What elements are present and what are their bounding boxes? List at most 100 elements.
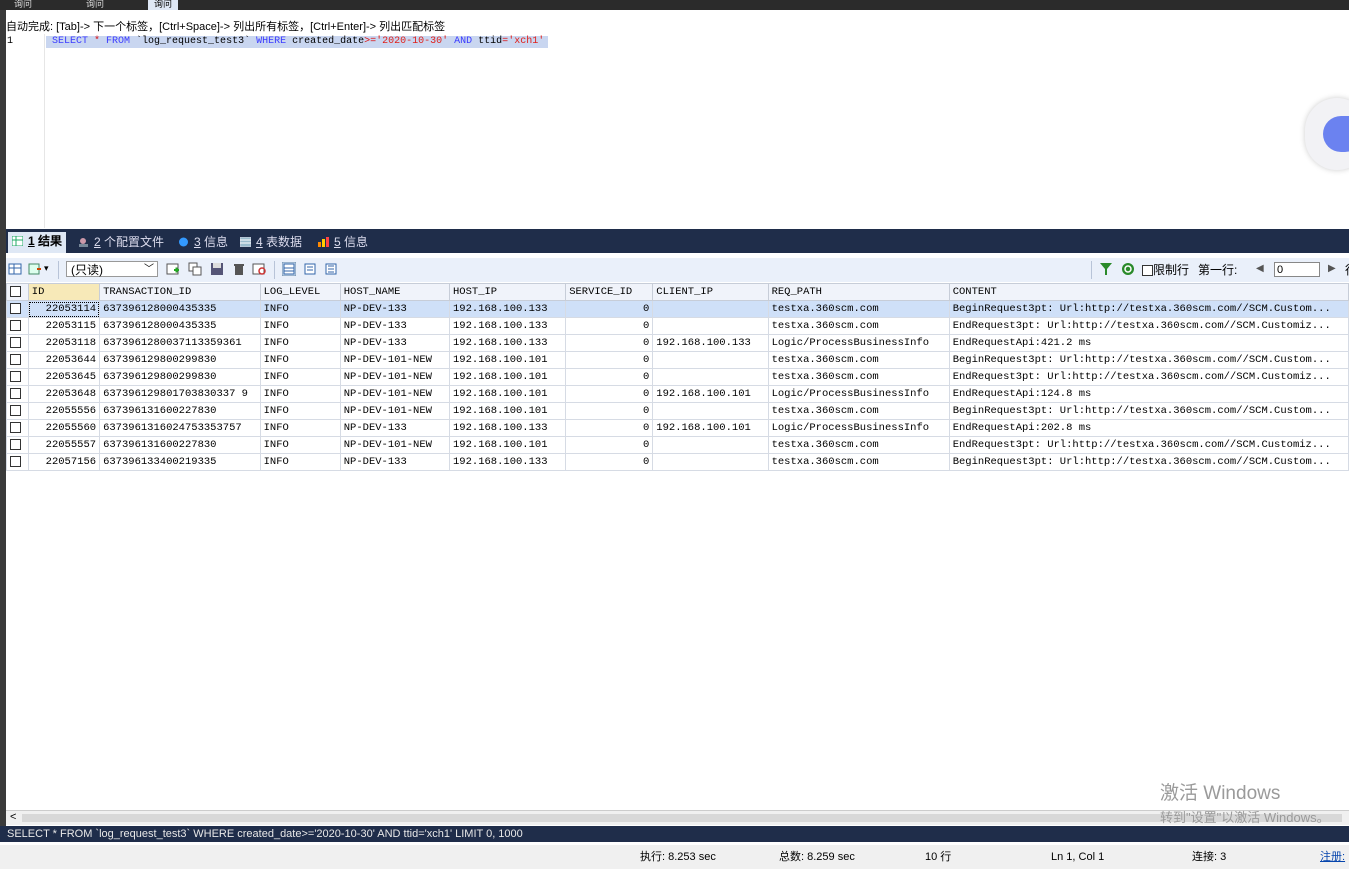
table-cell[interactable]: 192.168.100.133 (652, 334, 769, 352)
table-cell[interactable]: testxa.360scm.com (767, 317, 950, 335)
delete-icon[interactable] (232, 262, 246, 276)
select-all-checkbox[interactable] (6, 283, 29, 301)
table-cell[interactable] (652, 317, 769, 335)
table-cell[interactable]: 0 (565, 351, 654, 369)
table-cell[interactable]: INFO (259, 368, 341, 386)
table-cell[interactable]: 6373961280037113359361 (99, 334, 261, 352)
scrollbar-thumb[interactable] (22, 814, 1342, 822)
scroll-left-icon[interactable]: < (10, 811, 16, 823)
column-header[interactable]: LOG_LEVEL (259, 283, 341, 301)
column-header[interactable]: CLIENT_IP (652, 283, 769, 301)
table-row[interactable]: 22053118 6373961280037113359361 INFO NP-… (6, 334, 1349, 352)
table-cell[interactable]: 637396128000435335 (99, 317, 261, 335)
filter-icon[interactable] (1099, 262, 1113, 276)
table-cell[interactable]: INFO (259, 300, 341, 318)
row-checkbox[interactable] (6, 453, 29, 471)
limit-rows-checkbox[interactable]: 限制行 (1142, 261, 1189, 279)
table-cell[interactable]: BeginRequest3pt: Url:http://testxa.360sc… (948, 402, 1349, 420)
row-checkbox[interactable] (6, 419, 29, 437)
table-cell[interactable]: NP-DEV-101-NEW (339, 385, 450, 403)
table-cell[interactable] (652, 351, 769, 369)
table-row[interactable]: 22055560 6373961316024753353757 INFO NP-… (6, 419, 1349, 437)
tab-profiles[interactable]: 2 个配置文件 (74, 233, 168, 251)
table-cell[interactable]: 0 (565, 334, 654, 352)
register-link[interactable]: 注册: (1320, 845, 1345, 869)
table-cell[interactable]: testxa.360scm.com (767, 402, 950, 420)
floating-bird-logo-icon[interactable] (1305, 98, 1349, 170)
row-checkbox[interactable] (6, 334, 29, 352)
table-cell[interactable]: testxa.360scm.com (767, 351, 950, 369)
results-grid[interactable]: ID TRANSACTION_ID LOG_LEVEL HOST_NAME HO… (6, 283, 1349, 810)
row-checkbox[interactable] (6, 351, 29, 369)
column-header[interactable]: HOST_IP (448, 283, 567, 301)
table-cell[interactable]: 637396129800299830 (99, 351, 261, 369)
form-mode-icon[interactable] (303, 262, 317, 276)
table-cell[interactable]: 0 (565, 453, 654, 471)
table-cell[interactable]: EndRequest3pt: Url:http://testxa.360scm.… (948, 436, 1349, 454)
table-cell[interactable]: INFO (259, 436, 341, 454)
table-cell[interactable]: 6373961316024753353757 (99, 419, 261, 437)
row-checkbox[interactable] (6, 317, 29, 335)
table-cell[interactable]: NP-DEV-101-NEW (339, 436, 450, 454)
table-cell[interactable]: EndRequestApi:421.2 ms (948, 334, 1349, 352)
table-cell[interactable]: INFO (259, 419, 341, 437)
tab-info-2[interactable]: 5 信息 (314, 233, 372, 251)
table-cell[interactable]: EndRequest3pt: Url:http://testxa.360scm.… (948, 317, 1349, 335)
row-checkbox[interactable] (6, 436, 29, 454)
table-row[interactable]: 22057156 637396133400219335 INFO NP-DEV-… (6, 453, 1349, 471)
table-cell[interactable]: Logic/ProcessBusinessInfo (767, 385, 950, 403)
column-header[interactable]: TRANSACTION_ID (99, 283, 261, 301)
table-cell[interactable]: BeginRequest3pt: Url:http://testxa.360sc… (948, 300, 1349, 318)
table-cell[interactable]: Logic/ProcessBusinessInfo (767, 334, 950, 352)
table-cell[interactable]: INFO (259, 334, 341, 352)
table-cell[interactable]: 22053644 (27, 351, 101, 369)
table-cell[interactable] (652, 402, 769, 420)
column-header[interactable]: HOST_NAME (339, 283, 450, 301)
export-icon[interactable] (28, 262, 42, 276)
table-cell[interactable]: 22053118 (27, 334, 101, 352)
table-cell[interactable]: 192.168.100.101 (448, 436, 567, 454)
table-cell[interactable]: 22055557 (27, 436, 101, 454)
query-tab-1[interactable]: 询问 (8, 0, 38, 10)
table-cell[interactable]: NP-DEV-133 (339, 317, 450, 335)
table-cell[interactable]: 192.168.100.101 (448, 385, 567, 403)
table-cell[interactable]: 0 (565, 300, 654, 318)
table-cell[interactable]: 0 (565, 402, 654, 420)
table-cell[interactable] (652, 453, 769, 471)
query-tab-2[interactable]: 询问 (80, 0, 110, 10)
table-cell[interactable]: BeginRequest3pt: Url:http://testxa.360sc… (948, 453, 1349, 471)
row-checkbox[interactable] (6, 300, 29, 318)
table-cell[interactable]: 22055560 (27, 419, 101, 437)
table-cell[interactable]: 22053114 (27, 300, 101, 318)
tab-table-data[interactable]: 4 表数据 (236, 233, 306, 251)
table-cell[interactable] (652, 368, 769, 386)
save-icon[interactable] (210, 262, 224, 276)
table-cell[interactable]: EndRequestApi:202.8 ms (948, 419, 1349, 437)
table-cell[interactable]: testxa.360scm.com (767, 436, 950, 454)
horizontal-scrollbar[interactable]: < (6, 810, 1349, 825)
query-tab-3[interactable]: 询问 (148, 0, 179, 10)
table-cell[interactable]: 0 (565, 368, 654, 386)
column-header[interactable]: SERVICE_ID (565, 283, 654, 301)
table-cell[interactable]: 637396129801703830337 9 (99, 385, 261, 403)
prev-page-icon[interactable]: ◀ (1256, 263, 1264, 274)
table-cell[interactable]: Logic/ProcessBusinessInfo (767, 419, 950, 437)
table-cell[interactable]: INFO (259, 402, 341, 420)
table-cell[interactable]: NP-DEV-133 (339, 334, 450, 352)
row-checkbox[interactable] (6, 402, 29, 420)
table-cell[interactable]: 22053645 (27, 368, 101, 386)
row-checkbox[interactable] (6, 368, 29, 386)
column-header[interactable]: CONTENT (948, 283, 1349, 301)
table-cell[interactable]: testxa.360scm.com (767, 453, 950, 471)
table-cell[interactable]: testxa.360scm.com (767, 300, 950, 318)
duplicate-row-icon[interactable] (188, 262, 202, 276)
table-cell[interactable]: 637396133400219335 (99, 453, 261, 471)
table-cell[interactable]: NP-DEV-101-NEW (339, 351, 450, 369)
table-cell[interactable]: 192.168.100.133 (448, 334, 567, 352)
table-cell[interactable]: 637396129800299830 (99, 368, 261, 386)
table-cell[interactable]: 637396131600227830 (99, 402, 261, 420)
table-cell[interactable]: 192.168.100.101 (652, 419, 769, 437)
table-cell[interactable]: NP-DEV-133 (339, 419, 450, 437)
table-cell[interactable]: 22053115 (27, 317, 101, 335)
table-cell[interactable] (652, 436, 769, 454)
